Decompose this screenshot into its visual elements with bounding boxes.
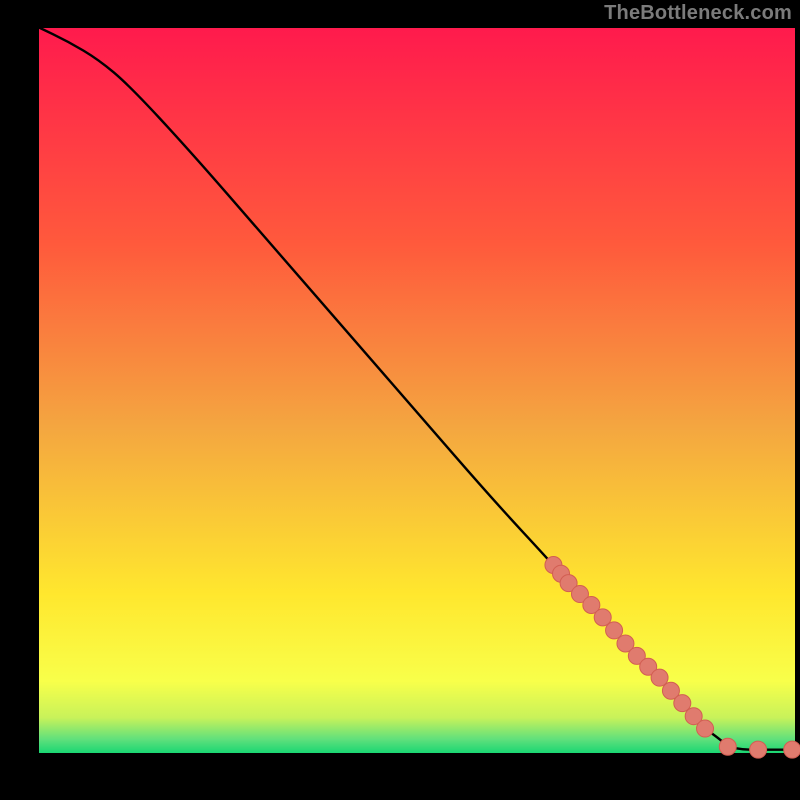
bottleneck-chart (0, 0, 800, 800)
data-marker (719, 738, 736, 755)
data-marker (750, 741, 767, 758)
plot-background (38, 27, 796, 754)
chart-container: TheBottleneck.com (0, 0, 800, 800)
data-marker (784, 741, 800, 758)
data-marker (697, 720, 714, 737)
